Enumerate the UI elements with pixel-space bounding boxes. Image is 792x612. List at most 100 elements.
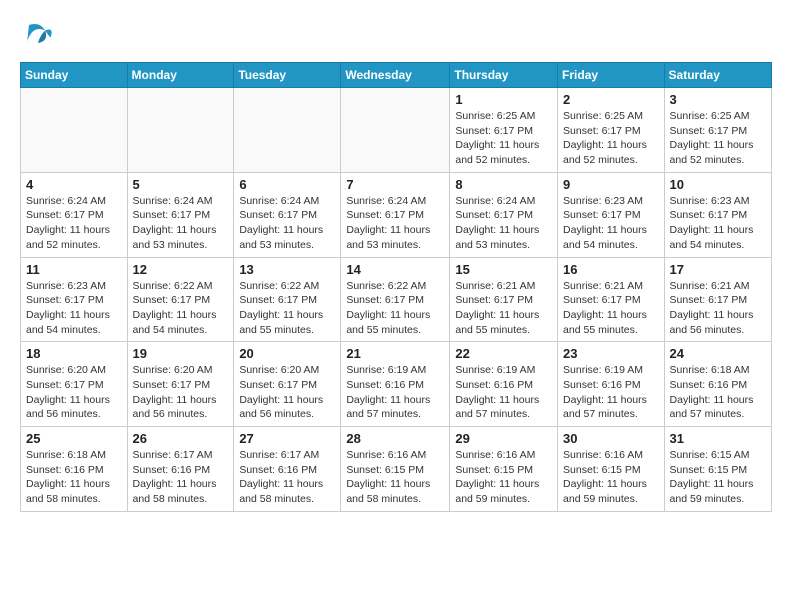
day-info: Sunrise: 6:22 AM Sunset: 6:17 PM Dayligh… — [133, 279, 229, 338]
calendar-cell: 19 Sunrise: 6:20 AM Sunset: 6:17 PM Dayli… — [127, 342, 234, 427]
day-number: 3 — [670, 92, 766, 107]
calendar-week-row: 1 Sunrise: 6:25 AM Sunset: 6:17 PM Daylig… — [21, 88, 772, 173]
calendar-cell: 24Sunrise: 6:18 AM Sunset: 6:16 PM Dayli… — [664, 342, 771, 427]
calendar-cell: 1 Sunrise: 6:25 AM Sunset: 6:17 PM Daylig… — [450, 88, 558, 173]
day-info: Sunrise: 6:19 AM Sunset: 6:16 PM Dayligh… — [455, 363, 552, 422]
day-number: 11 — [26, 262, 122, 277]
day-info: Sunrise: 6:24 AM Sunset: 6:17 PM Dayligh… — [26, 194, 122, 253]
day-number: 29 — [455, 431, 552, 446]
logo — [20, 16, 60, 52]
weekday-header-sunday: Sunday — [21, 63, 128, 88]
calendar-cell: 4 Sunrise: 6:24 AM Sunset: 6:17 PM Daylig… — [21, 172, 128, 257]
day-info: Sunrise: 6:20 AM Sunset: 6:17 PM Dayligh… — [133, 363, 229, 422]
day-info: Sunrise: 6:15 AM Sunset: 6:15 PM Dayligh… — [670, 448, 766, 507]
day-info: Sunrise: 6:25 AM Sunset: 6:17 PM Dayligh… — [455, 109, 552, 168]
day-number: 30 — [563, 431, 659, 446]
calendar-cell: 8 Sunrise: 6:24 AM Sunset: 6:17 PM Daylig… — [450, 172, 558, 257]
day-info: Sunrise: 6:24 AM Sunset: 6:17 PM Dayligh… — [133, 194, 229, 253]
day-number: 25 — [26, 431, 122, 446]
day-info: Sunrise: 6:24 AM Sunset: 6:17 PM Dayligh… — [455, 194, 552, 253]
day-number: 7 — [346, 177, 444, 192]
weekday-header-friday: Friday — [558, 63, 665, 88]
day-number: 19 — [133, 346, 229, 361]
calendar-cell — [234, 88, 341, 173]
day-info: Sunrise: 6:22 AM Sunset: 6:17 PM Dayligh… — [239, 279, 335, 338]
calendar-cell: 6 Sunrise: 6:24 AM Sunset: 6:17 PM Daylig… — [234, 172, 341, 257]
page: SundayMondayTuesdayWednesdayThursdayFrid… — [0, 0, 792, 522]
day-number: 20 — [239, 346, 335, 361]
calendar-header-row: SundayMondayTuesdayWednesdayThursdayFrid… — [21, 63, 772, 88]
calendar-week-row: 4 Sunrise: 6:24 AM Sunset: 6:17 PM Daylig… — [21, 172, 772, 257]
calendar-cell: 22 Sunrise: 6:19 AM Sunset: 6:16 PM Dayli… — [450, 342, 558, 427]
weekday-header-tuesday: Tuesday — [234, 63, 341, 88]
day-number: 5 — [133, 177, 229, 192]
calendar-table: SundayMondayTuesdayWednesdayThursdayFrid… — [20, 62, 772, 512]
calendar-cell: 10 Sunrise: 6:23 AM Sunset: 6:17 PM Dayli… — [664, 172, 771, 257]
calendar-week-row: 11Sunrise: 6:23 AM Sunset: 6:17 PM Dayli… — [21, 257, 772, 342]
day-number: 2 — [563, 92, 659, 107]
calendar-cell: 5 Sunrise: 6:24 AM Sunset: 6:17 PM Daylig… — [127, 172, 234, 257]
day-number: 16 — [563, 262, 659, 277]
day-info: Sunrise: 6:17 AM Sunset: 6:16 PM Dayligh… — [239, 448, 335, 507]
day-info: Sunrise: 6:20 AM Sunset: 6:17 PM Dayligh… — [26, 363, 122, 422]
calendar-cell — [127, 88, 234, 173]
day-info: Sunrise: 6:23 AM Sunset: 6:17 PM Dayligh… — [670, 194, 766, 253]
calendar-week-row: 18 Sunrise: 6:20 AM Sunset: 6:17 PM Dayli… — [21, 342, 772, 427]
weekday-header-wednesday: Wednesday — [341, 63, 450, 88]
day-number: 8 — [455, 177, 552, 192]
day-number: 15 — [455, 262, 552, 277]
day-number: 18 — [26, 346, 122, 361]
weekday-header-monday: Monday — [127, 63, 234, 88]
calendar-cell: 14Sunrise: 6:22 AM Sunset: 6:17 PM Dayli… — [341, 257, 450, 342]
calendar-cell: 16 Sunrise: 6:21 AM Sunset: 6:17 PM Dayli… — [558, 257, 665, 342]
day-info: Sunrise: 6:16 AM Sunset: 6:15 PM Dayligh… — [563, 448, 659, 507]
weekday-header-thursday: Thursday — [450, 63, 558, 88]
calendar-cell: 29 Sunrise: 6:16 AM Sunset: 6:15 PM Dayli… — [450, 427, 558, 512]
day-info: Sunrise: 6:16 AM Sunset: 6:15 PM Dayligh… — [455, 448, 552, 507]
calendar-cell: 18 Sunrise: 6:20 AM Sunset: 6:17 PM Dayli… — [21, 342, 128, 427]
day-info: Sunrise: 6:21 AM Sunset: 6:17 PM Dayligh… — [563, 279, 659, 338]
day-info: Sunrise: 6:19 AM Sunset: 6:16 PM Dayligh… — [563, 363, 659, 422]
calendar-cell: 31 Sunrise: 6:15 AM Sunset: 6:15 PM Dayli… — [664, 427, 771, 512]
day-info: Sunrise: 6:19 AM Sunset: 6:16 PM Dayligh… — [346, 363, 444, 422]
day-number: 4 — [26, 177, 122, 192]
calendar-cell: 7Sunrise: 6:24 AM Sunset: 6:17 PM Daylig… — [341, 172, 450, 257]
calendar-cell: 11Sunrise: 6:23 AM Sunset: 6:17 PM Dayli… — [21, 257, 128, 342]
day-info: Sunrise: 6:21 AM Sunset: 6:17 PM Dayligh… — [455, 279, 552, 338]
calendar-cell: 26Sunrise: 6:17 AM Sunset: 6:16 PM Dayli… — [127, 427, 234, 512]
calendar-week-row: 25Sunrise: 6:18 AM Sunset: 6:16 PM Dayli… — [21, 427, 772, 512]
day-number: 12 — [133, 262, 229, 277]
day-number: 27 — [239, 431, 335, 446]
day-number: 23 — [563, 346, 659, 361]
calendar-cell: 30 Sunrise: 6:16 AM Sunset: 6:15 PM Dayli… — [558, 427, 665, 512]
day-info: Sunrise: 6:16 AM Sunset: 6:15 PM Dayligh… — [346, 448, 444, 507]
calendar-cell: 25Sunrise: 6:18 AM Sunset: 6:16 PM Dayli… — [21, 427, 128, 512]
day-info: Sunrise: 6:21 AM Sunset: 6:17 PM Dayligh… — [670, 279, 766, 338]
calendar-cell: 27 Sunrise: 6:17 AM Sunset: 6:16 PM Dayli… — [234, 427, 341, 512]
calendar-cell: 12 Sunrise: 6:22 AM Sunset: 6:17 PM Dayli… — [127, 257, 234, 342]
calendar-cell: 21 Sunrise: 6:19 AM Sunset: 6:16 PM Dayli… — [341, 342, 450, 427]
day-number: 17 — [670, 262, 766, 277]
day-info: Sunrise: 6:20 AM Sunset: 6:17 PM Dayligh… — [239, 363, 335, 422]
calendar-cell: 2 Sunrise: 6:25 AM Sunset: 6:17 PM Daylig… — [558, 88, 665, 173]
calendar-cell: 9 Sunrise: 6:23 AM Sunset: 6:17 PM Daylig… — [558, 172, 665, 257]
day-number: 21 — [346, 346, 444, 361]
day-info: Sunrise: 6:17 AM Sunset: 6:16 PM Dayligh… — [133, 448, 229, 507]
day-info: Sunrise: 6:18 AM Sunset: 6:16 PM Dayligh… — [670, 363, 766, 422]
day-info: Sunrise: 6:25 AM Sunset: 6:17 PM Dayligh… — [670, 109, 766, 168]
calendar-cell — [21, 88, 128, 173]
day-info: Sunrise: 6:23 AM Sunset: 6:17 PM Dayligh… — [563, 194, 659, 253]
day-number: 6 — [239, 177, 335, 192]
day-number: 13 — [239, 262, 335, 277]
logo-icon — [20, 16, 56, 52]
day-info: Sunrise: 6:25 AM Sunset: 6:17 PM Dayligh… — [563, 109, 659, 168]
day-number: 10 — [670, 177, 766, 192]
day-number: 22 — [455, 346, 552, 361]
weekday-header-saturday: Saturday — [664, 63, 771, 88]
day-number: 28 — [346, 431, 444, 446]
calendar-cell: 17 Sunrise: 6:21 AM Sunset: 6:17 PM Dayli… — [664, 257, 771, 342]
day-number: 9 — [563, 177, 659, 192]
day-info: Sunrise: 6:24 AM Sunset: 6:17 PM Dayligh… — [239, 194, 335, 253]
day-number: 31 — [670, 431, 766, 446]
day-number: 1 — [455, 92, 552, 107]
